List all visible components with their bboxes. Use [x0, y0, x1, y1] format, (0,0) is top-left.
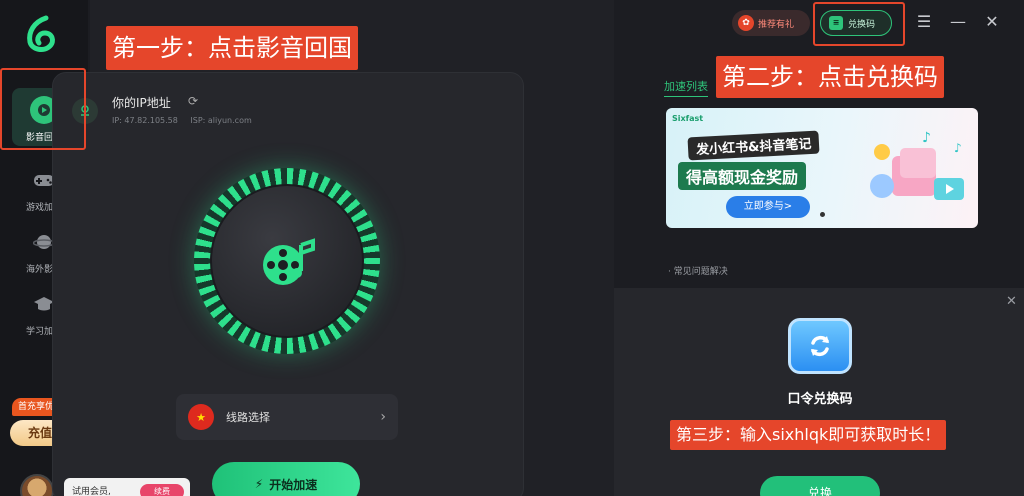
renew-button[interactable]: 续费 — [140, 484, 184, 496]
redeem-code-button[interactable]: ≡ 兑换码 — [820, 10, 892, 36]
redeem-code-small-icon: ≡ — [829, 16, 843, 30]
isp-name: ISP: aliyun.com — [190, 116, 252, 125]
faq-link[interactable]: · 常见问题解决 — [668, 264, 728, 277]
location-pin-icon — [72, 98, 98, 124]
svg-text:♪: ♪ — [922, 130, 931, 146]
china-flag-icon: ★ — [188, 404, 214, 430]
redeem-title: 口令兑换码 — [787, 392, 853, 407]
trial-popup: 试用会员, 续费 — [64, 478, 190, 496]
tab-accelerate-list[interactable]: 加速列表 — [664, 78, 708, 97]
start-label: 开始加速 — [269, 477, 318, 492]
banner-illustration-icon: ♪ ♪ — [870, 130, 964, 200]
ip-title: 你的IP地址 — [112, 96, 171, 110]
redeem-button[interactable]: 兑换 — [760, 476, 880, 496]
banner-brand: Sixfast — [672, 114, 704, 123]
annotation-step-1: 第一步：点击影音回国 — [106, 26, 358, 70]
dial-center — [210, 184, 364, 338]
redeem-code-icon — [788, 318, 852, 374]
route-select[interactable]: ★ 线路选择 › — [176, 394, 398, 440]
chevron-right-icon: › — [380, 409, 386, 425]
annotation-step-3: 第三步：输入sixhlqk即可获取时长！ — [670, 420, 947, 450]
gift-icon: ✿ — [738, 15, 754, 31]
lightning-icon: ⚡ — [254, 477, 264, 491]
redeem-code-label: 兑换码 — [848, 19, 876, 30]
ip-address: IP: 47.82.105.58 — [112, 116, 178, 125]
banner-headline: 发小红书&抖音笔记 — [687, 130, 820, 161]
accelerate-dial[interactable] — [194, 168, 380, 354]
trial-text: 试用会员, — [72, 487, 111, 496]
avatar[interactable] — [20, 474, 54, 496]
join-now-button[interactable]: 立即参与> — [726, 196, 810, 218]
referral-gift-button[interactable]: ✿ 推荐有礼 — [732, 10, 810, 36]
svg-text:♪: ♪ — [954, 141, 962, 155]
close-window-icon[interactable]: ✕ — [982, 12, 1002, 32]
annotation-step-2: 第二步：点击兑换码 — [716, 56, 944, 98]
refresh-icon[interactable]: ⟳ — [188, 94, 198, 108]
promo-banner[interactable]: Sixfast 发小红书&抖音笔记 得高额现金奖励 立即参与> ♪ ♪ — [666, 108, 978, 228]
route-label: 线路选择 — [226, 411, 270, 424]
menu-icon[interactable]: ☰ — [914, 12, 934, 32]
app-logo-icon[interactable] — [22, 14, 62, 54]
banner-dot[interactable] — [820, 212, 825, 217]
minimize-icon[interactable]: — — [948, 12, 968, 32]
banner-pagination[interactable] — [820, 212, 825, 217]
app-window: 影音回国 游戏加速 海外影音 学习加速 首充享优惠 充值 你的IP地址 ⟳ IP… — [0, 0, 1024, 496]
ip-info: IP: 47.82.105.58 ISP: aliyun.com — [112, 116, 252, 125]
start-accelerate-button[interactable]: ⚡ 开始加速 — [212, 462, 360, 496]
film-music-icon — [263, 238, 315, 285]
banner-subline: 得高额现金奖励 — [678, 162, 807, 190]
gift-label: 推荐有礼 — [758, 19, 795, 30]
close-icon[interactable]: ✕ — [1006, 294, 1017, 309]
